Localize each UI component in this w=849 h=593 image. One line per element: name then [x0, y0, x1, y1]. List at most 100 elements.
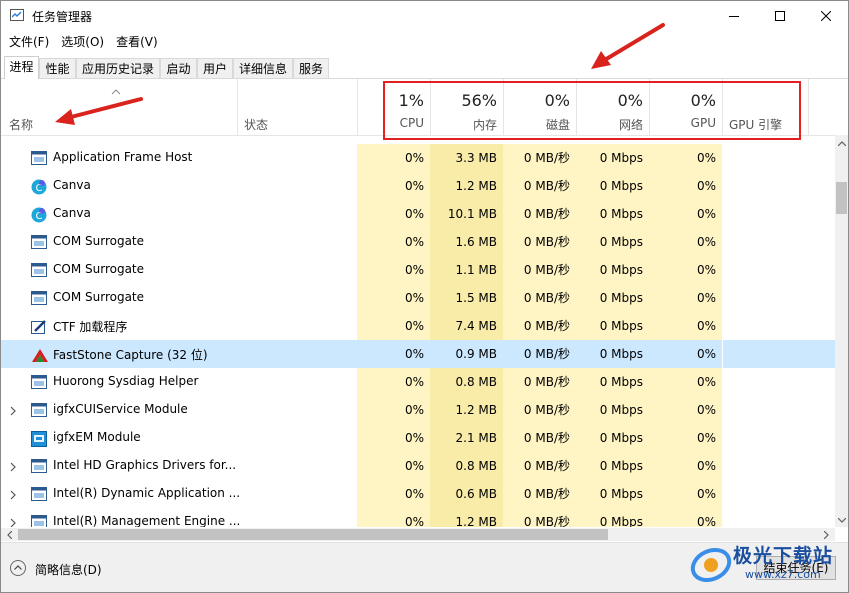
tab-details[interactable]: 详细信息 — [233, 58, 293, 78]
app-window-icon — [31, 487, 47, 501]
process-row[interactable]: igfxEM Module 0% 2.1 MB 0 MB/秒 0 Mbps 0% — [1, 424, 835, 452]
process-status-cell — [237, 368, 357, 396]
process-row[interactable]: Intel HD Graphics Drivers for... 0% 0.8 MB… — [1, 452, 835, 480]
process-disk-value: 0 MB/秒 — [503, 284, 576, 312]
process-gpu-engine-cell — [723, 284, 835, 312]
process-row[interactable]: Huorong Sysdiag Helper 0% 0.8 MB 0 MB/秒 0 Mb… — [1, 368, 835, 396]
process-status-cell — [237, 284, 357, 312]
process-name: FastStone Capture (32 位) — [53, 348, 208, 362]
annotation-highlight-box — [383, 81, 801, 140]
process-mem-value: 1.1 MB — [430, 256, 503, 284]
process-status-cell — [237, 200, 357, 228]
process-disk-value: 0 MB/秒 — [503, 452, 576, 480]
process-status-cell — [237, 228, 357, 256]
scroll-left-arrow[interactable] — [3, 528, 16, 541]
expand-chevron-icon[interactable] — [10, 489, 16, 503]
process-disk-value: 0 MB/秒 — [503, 396, 576, 424]
tab-users[interactable]: 用户 — [197, 58, 233, 78]
process-mem-value: 1.6 MB — [430, 228, 503, 256]
process-net-value: 0 Mbps — [576, 368, 649, 396]
scroll-down-arrow[interactable] — [835, 514, 848, 527]
app-window-icon — [31, 403, 47, 417]
tab-services[interactable]: 服务 — [293, 58, 329, 78]
chevron-left-icon — [7, 530, 12, 539]
tab-strip: 进程 性能 应用历史记录 启动 用户 详细信息 服务 — [1, 56, 848, 79]
process-gpu-value: 0% — [649, 368, 722, 396]
process-row[interactable]: COM Surrogate 0% 1.6 MB 0 MB/秒 0 Mbps 0% — [1, 228, 835, 256]
process-cpu-value: 0% — [357, 424, 430, 452]
process-gpu-engine-cell — [723, 200, 835, 228]
maximize-icon — [775, 11, 785, 21]
process-net-value: 0 Mbps — [576, 424, 649, 452]
process-gpu-value: 0% — [649, 144, 722, 172]
process-name-cell: C Canva — [1, 200, 237, 228]
process-cpu-value: 0% — [357, 312, 430, 340]
expand-chevron-icon[interactable] — [10, 405, 16, 419]
process-gpu-value: 0% — [649, 396, 722, 424]
process-net-value: 0 Mbps — [576, 200, 649, 228]
process-mem-value: 3.3 MB — [430, 144, 503, 172]
tab-processes[interactable]: 进程 — [4, 56, 39, 79]
process-cpu-value: 0% — [357, 508, 430, 527]
process-gpu-engine-cell — [723, 256, 835, 284]
process-name-cell: C Canva — [1, 172, 237, 200]
process-gpu-value: 0% — [649, 228, 722, 256]
menu-file[interactable]: 文件(F) — [1, 32, 55, 52]
process-mem-value: 7.4 MB — [430, 312, 503, 340]
process-gpu-engine-cell — [723, 396, 835, 424]
process-gpu-value: 0% — [649, 340, 722, 368]
process-row[interactable]: C Canva 0% 1.2 MB 0 MB/秒 0 Mbps 0% — [1, 172, 835, 200]
tab-app-history[interactable]: 应用历史记录 — [76, 58, 160, 78]
task-manager-icon — [10, 9, 24, 21]
process-row[interactable]: COM Surrogate 0% 1.5 MB 0 MB/秒 0 Mbps 0% — [1, 284, 835, 312]
process-mem-value: 1.2 MB — [430, 396, 503, 424]
process-disk-value: 0 MB/秒 — [503, 340, 576, 368]
ctf-pen-icon — [31, 319, 47, 334]
process-disk-value: 0 MB/秒 — [503, 508, 576, 527]
process-disk-value: 0 MB/秒 — [503, 480, 576, 508]
process-cpu-value: 0% — [357, 172, 430, 200]
app-window-icon — [31, 291, 47, 305]
process-name: Intel(R) Management Engine ... — [53, 514, 241, 527]
process-cpu-value: 0% — [357, 200, 430, 228]
collapse-chevron-icon[interactable] — [10, 560, 26, 576]
process-row[interactable]: Intel(R) Dynamic Application ... 0% 0.6 MB… — [1, 480, 835, 508]
title-bar: 任务管理器 — [1, 1, 848, 31]
fewer-details-link[interactable]: 简略信息(D) — [35, 561, 102, 578]
app-window-icon — [31, 151, 47, 165]
process-gpu-engine-cell — [723, 508, 835, 527]
process-row[interactable]: Intel(R) Management Engine ... 0% 1.2 MB 0 … — [1, 508, 835, 527]
process-cpu-value: 0% — [357, 256, 430, 284]
process-row[interactable]: FastStone Capture (32 位) 0% 0.9 MB 0 MB/秒 0 … — [1, 340, 835, 368]
process-gpu-engine-cell — [723, 480, 835, 508]
process-row[interactable]: COM Surrogate 0% 1.1 MB 0 MB/秒 0 Mbps 0% — [1, 256, 835, 284]
scroll-up-arrow[interactable] — [835, 137, 848, 150]
process-row[interactable]: Application Frame Host 0% 3.3 MB 0 MB/秒 0 Mb… — [1, 144, 835, 172]
minimize-button[interactable] — [711, 1, 757, 31]
process-status-cell — [237, 340, 357, 368]
annotation-arrow-top — [591, 23, 665, 69]
horizontal-scroll-thumb[interactable] — [18, 529, 608, 540]
process-mem-value: 1.5 MB — [430, 284, 503, 312]
expand-chevron-icon[interactable] — [10, 517, 16, 527]
process-name-cell: Huorong Sysdiag Helper — [1, 368, 237, 396]
maximize-button[interactable] — [757, 1, 803, 31]
process-net-value: 0 Mbps — [576, 172, 649, 200]
expand-chevron-icon[interactable] — [10, 461, 16, 475]
watermark-logo: 极光下载站 www.xz7.com — [689, 539, 848, 591]
menu-view[interactable]: 查看(V) — [110, 32, 164, 52]
process-mem-value: 1.2 MB — [430, 172, 503, 200]
vertical-scroll-thumb[interactable] — [836, 182, 847, 214]
process-row[interactable]: C Canva 0% 10.1 MB 0 MB/秒 0 Mbps 0% — [1, 200, 835, 228]
tab-performance[interactable]: 性能 — [39, 58, 76, 78]
process-disk-value: 0 MB/秒 — [503, 368, 576, 396]
process-row[interactable]: igfxCUIService Module 0% 1.2 MB 0 MB/秒 0 Mbp… — [1, 396, 835, 424]
process-name-cell: COM Surrogate — [1, 284, 237, 312]
process-gpu-engine-cell — [723, 340, 835, 368]
process-name: COM Surrogate — [53, 262, 145, 276]
menu-options[interactable]: 选项(O) — [55, 32, 110, 52]
column-status[interactable]: 状态 — [237, 79, 357, 135]
close-button[interactable] — [803, 1, 848, 31]
tab-startup[interactable]: 启动 — [160, 58, 197, 78]
process-row[interactable]: CTF 加载程序 0% 7.4 MB 0 MB/秒 0 Mbps 0% — [1, 312, 835, 340]
